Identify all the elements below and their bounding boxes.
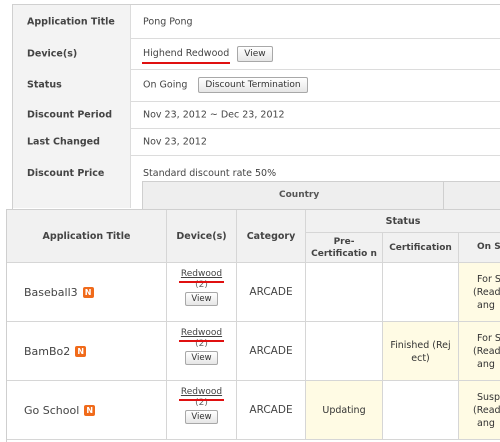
- device-cell: Redwood (2) View: [167, 381, 237, 440]
- device-link[interactable]: Redwood: [178, 328, 225, 342]
- column-header-application-title[interactable]: Application Title: [7, 210, 167, 263]
- new-badge: N: [82, 286, 94, 298]
- discount-price-value: Standard discount rate 50%: [143, 168, 277, 179]
- new-badge: N: [75, 345, 87, 357]
- column-header-category[interactable]: Category: [237, 210, 306, 263]
- column-header-on-sale[interactable]: On S: [459, 233, 500, 263]
- discount-period-label: Discount Period: [27, 109, 113, 120]
- detail-row-status: Status On Going Discount Termination: [13, 69, 500, 102]
- column-header-pre-certification[interactable]: Pre-Certificatio n: [306, 233, 383, 263]
- certification-cell: [383, 381, 459, 440]
- detail-row-devices: Device(s) Highend Redwood View: [13, 38, 500, 70]
- detail-row-discount-period: Discount Period Nov 23, 2012 ~ Dec 23, 2…: [13, 101, 500, 129]
- application-title-label: Application Title: [27, 16, 115, 27]
- detail-row-application-title: Application Title Pong Pong: [13, 5, 500, 39]
- device-cell: Redwood (2) View: [167, 322, 237, 381]
- detail-row-last-changed: Last Changed Nov 23, 2012: [13, 128, 500, 156]
- app-title-baseball3[interactable]: Baseball3: [24, 286, 78, 299]
- column-header-devices[interactable]: Device(s): [167, 210, 237, 263]
- on-sale-cell: For S (Ready ang: [459, 322, 500, 381]
- on-sale-cell: Susp (Ready ang: [459, 381, 500, 440]
- view-button[interactable]: View: [185, 410, 218, 424]
- pre-certification-cell: [306, 322, 383, 381]
- certification-cell: Finished (Rej ect): [383, 322, 459, 381]
- column-group-header-status: Status: [306, 210, 500, 233]
- devices-label: Device(s): [27, 48, 78, 59]
- last-changed-label: Last Changed: [27, 136, 100, 147]
- table-row[interactable]: Baseball3 N: [7, 263, 167, 322]
- country-table-header: Country: [142, 181, 500, 209]
- device-link[interactable]: Redwood: [178, 387, 225, 401]
- device-name-link[interactable]: Highend Redwood: [141, 48, 231, 64]
- status-value: On Going: [143, 79, 188, 91]
- device-cell: Redwood (2) View: [167, 263, 237, 322]
- view-button[interactable]: View: [185, 292, 218, 306]
- discount-termination-button[interactable]: Discount Termination: [198, 77, 308, 93]
- column-header-certification[interactable]: Certification: [383, 233, 459, 263]
- app-title-bambo2[interactable]: BamBo2: [24, 345, 70, 358]
- country-header: Country: [279, 190, 320, 200]
- view-devices-button[interactable]: View: [237, 45, 273, 62]
- on-sale-cell: For S (Ready ang: [459, 263, 500, 322]
- discount-period-value: Nov 23, 2012 ~ Dec 23, 2012: [143, 109, 285, 120]
- certification-cell: [383, 263, 459, 322]
- category-cell: ARCADE: [237, 322, 306, 381]
- application-detail-panel: Application Title Pong Pong Device(s) Hi…: [12, 4, 500, 210]
- category-cell: ARCADE: [237, 381, 306, 440]
- last-changed-value: Nov 23, 2012: [143, 136, 207, 147]
- application-list-table: Application Title Device(s) Category Sta…: [6, 209, 500, 442]
- pre-certification-cell: [306, 263, 383, 322]
- pre-certification-cell: Updating: [306, 381, 383, 440]
- view-button[interactable]: View: [185, 351, 218, 365]
- table-row[interactable]: BamBo2 N: [7, 322, 167, 381]
- device-link[interactable]: Redwood: [178, 269, 225, 283]
- category-cell: ARCADE: [237, 263, 306, 322]
- app-title-go-school[interactable]: Go School: [24, 404, 79, 417]
- discount-price-label: Discount Price: [27, 168, 105, 179]
- table-row[interactable]: Go School N: [7, 381, 167, 440]
- application-title-value: Pong Pong: [143, 16, 193, 27]
- new-badge: N: [84, 404, 96, 416]
- status-label: Status: [27, 79, 62, 91]
